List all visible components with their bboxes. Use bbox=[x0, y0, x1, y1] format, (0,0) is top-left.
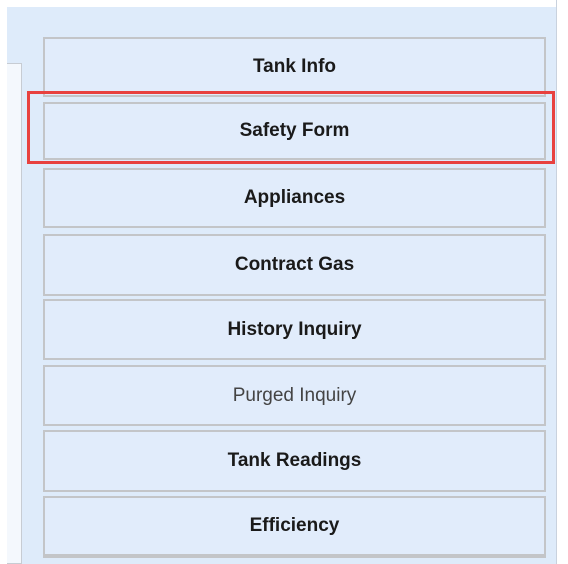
safety-form-button[interactable]: Safety Form bbox=[43, 102, 546, 160]
history-inquiry-button[interactable]: History Inquiry bbox=[43, 299, 546, 360]
left-content-edge bbox=[7, 63, 22, 564]
tank-readings-button[interactable]: Tank Readings bbox=[43, 430, 546, 492]
purged-inquiry-button[interactable]: Purged Inquiry bbox=[43, 365, 546, 426]
efficiency-button[interactable]: Efficiency bbox=[43, 496, 546, 556]
contract-gas-button[interactable]: Contract Gas bbox=[43, 234, 546, 296]
tank-info-button[interactable]: Tank Info bbox=[43, 37, 546, 97]
panel-divider bbox=[556, 0, 557, 564]
appliances-button[interactable]: Appliances bbox=[43, 168, 546, 228]
next-button-edge bbox=[43, 556, 546, 564]
